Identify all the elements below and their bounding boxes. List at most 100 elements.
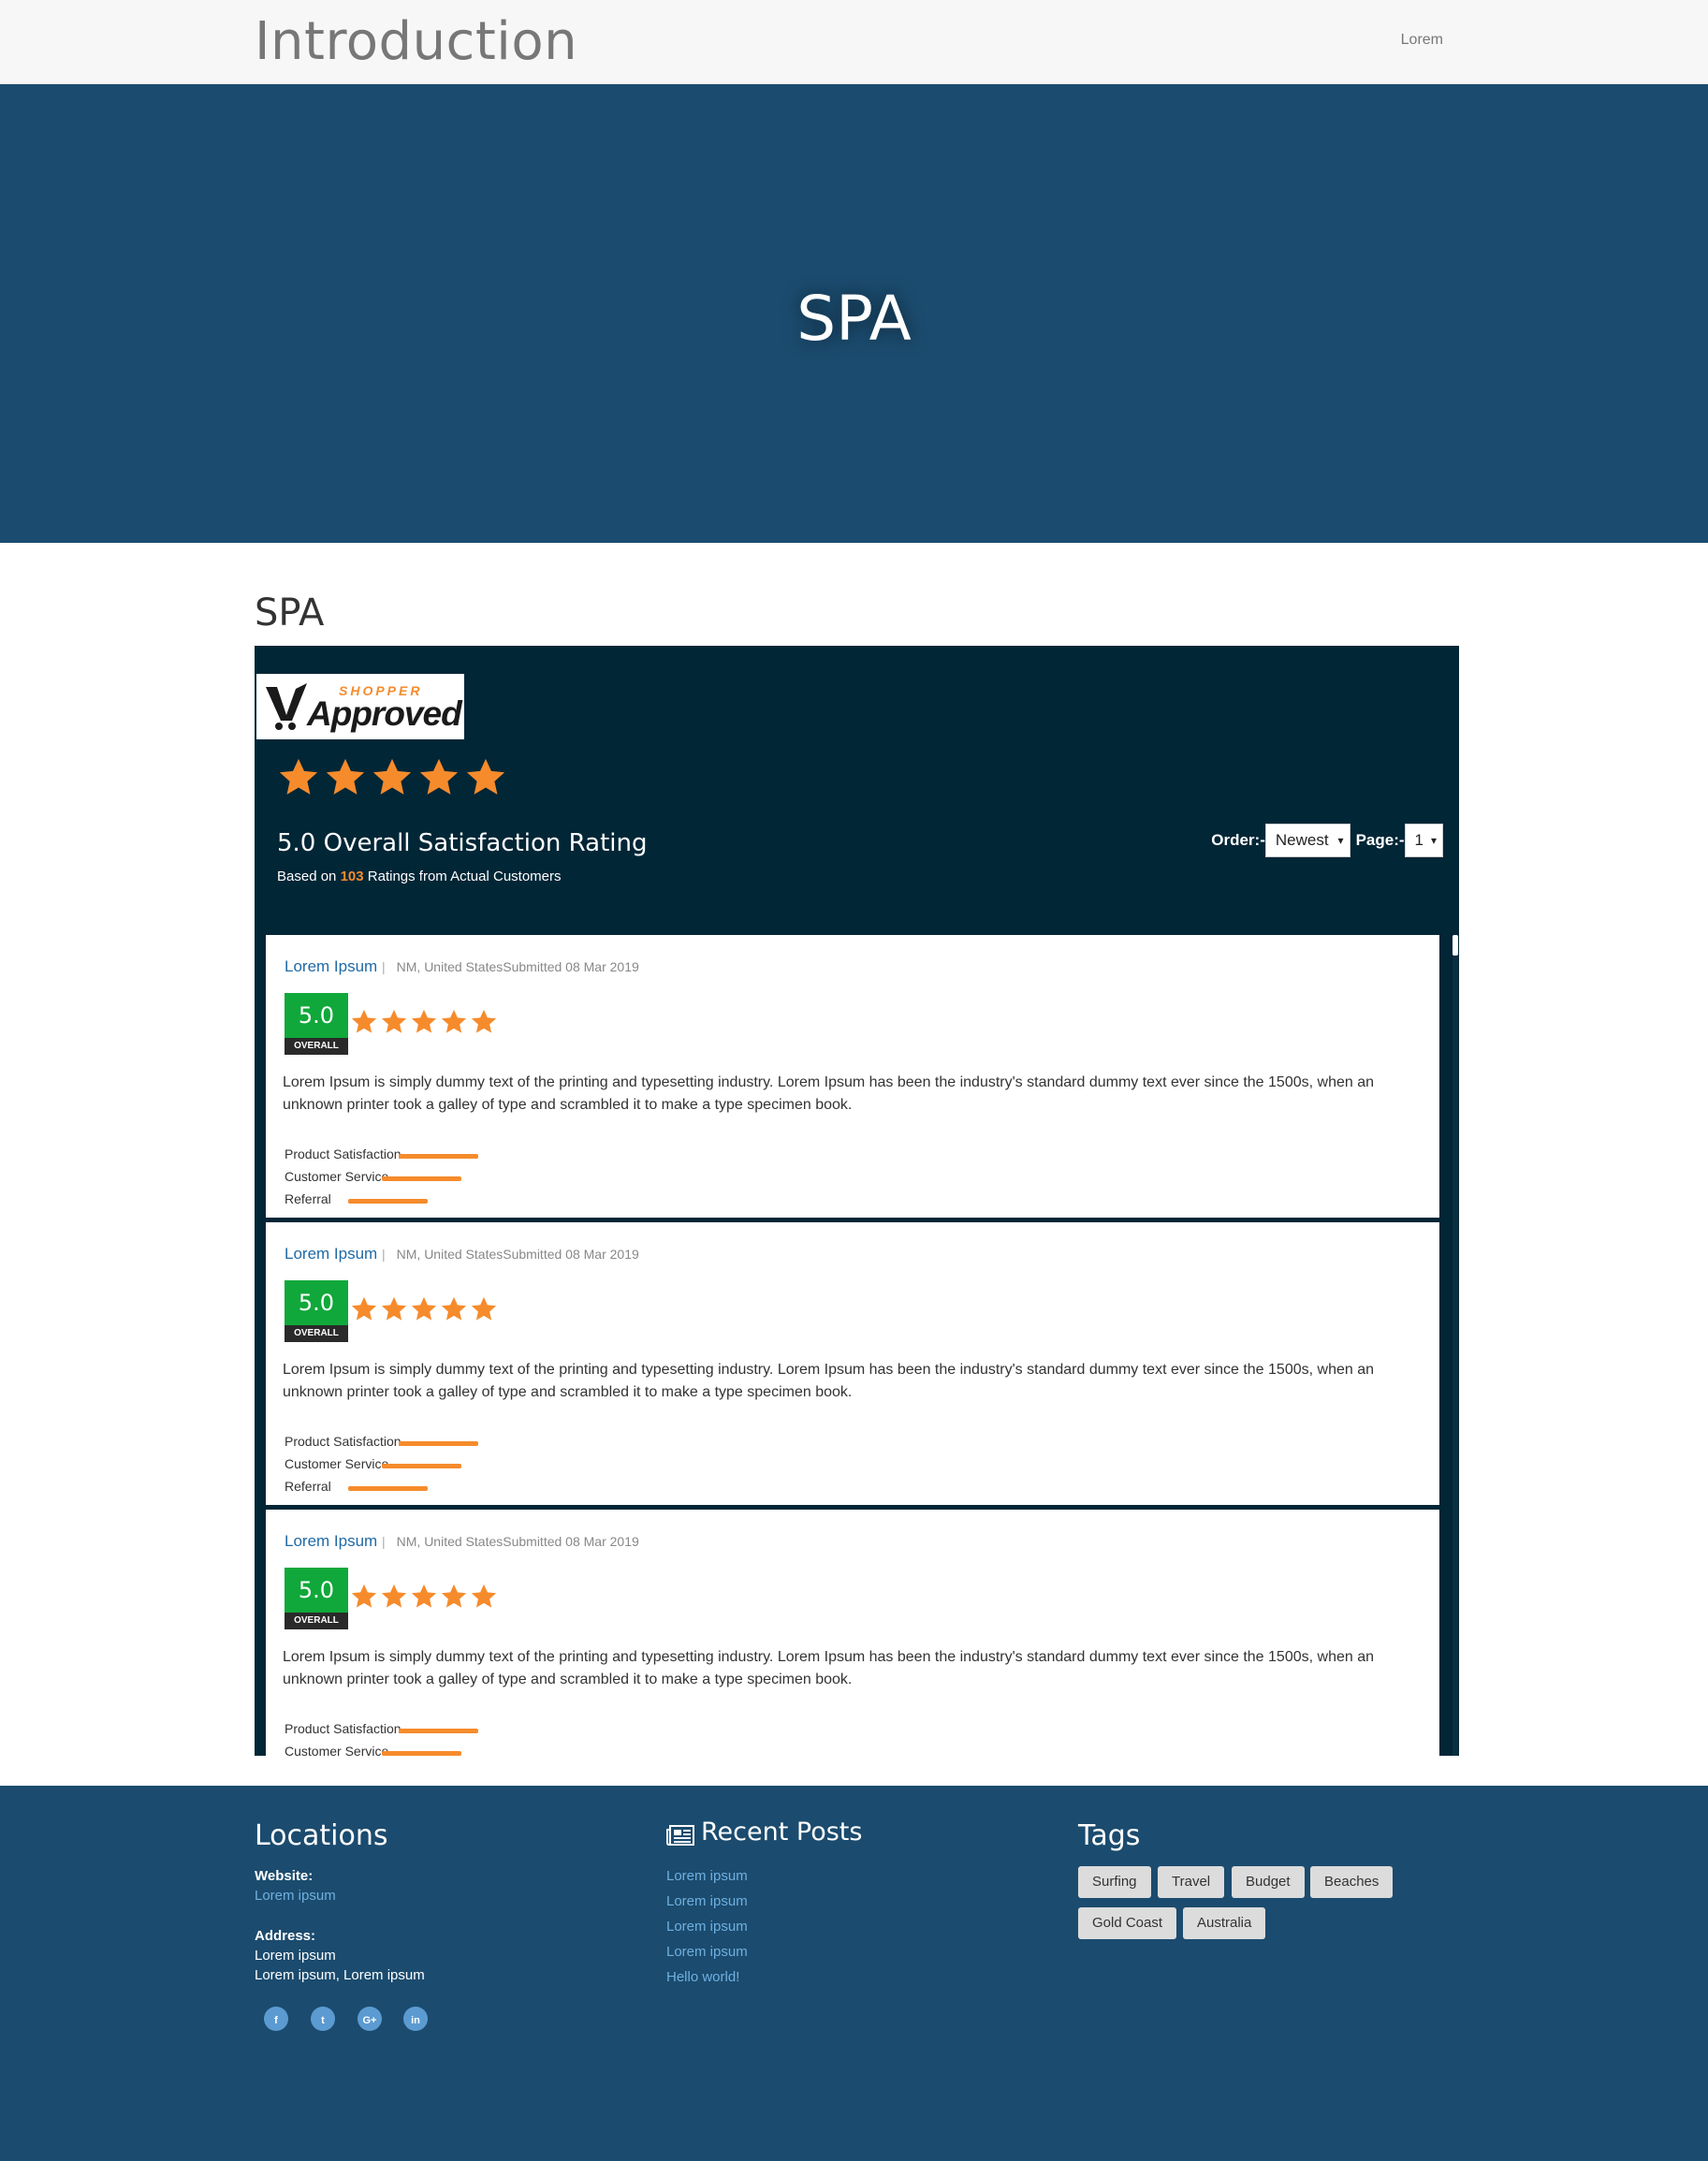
- star-icon: [411, 1009, 437, 1033]
- review-text: Lorem Ipsum is simply dummy text of the …: [283, 1649, 1374, 1687]
- review-list[interactable]: Lorem Ipsum | NM, United StatesSubmitted 0…: [266, 935, 1439, 1756]
- rating-label: Product Satisfaction: [285, 1721, 401, 1736]
- site-footer: Locations Website: Lorem ipsum Address: …: [0, 1786, 1708, 2161]
- rating-label: Customer Service: [285, 1456, 389, 1471]
- reviewer-name[interactable]: Lorem Ipsum: [285, 957, 377, 976]
- review-text: Lorem Ipsum is simply dummy text of the …: [283, 1074, 1374, 1113]
- score-label: OVERALL: [285, 1038, 348, 1055]
- star-icon: [471, 1296, 497, 1321]
- order-select[interactable]: Newest: [1264, 824, 1350, 857]
- review-card: Lorem Ipsum | NM, United StatesSubmitted 0…: [266, 1222, 1439, 1505]
- hero-banner: SPA: [0, 84, 1708, 543]
- shopper-approved-logo[interactable]: SHOPPER Approved: [256, 674, 464, 739]
- review-meta: | NM, United StatesSubmitted 08 Mar 2019: [382, 959, 639, 974]
- tags-heading: Tags: [1078, 1819, 1141, 1852]
- rating-stars-bar: [382, 1751, 461, 1756]
- rating-label: Customer Service: [285, 1744, 389, 1756]
- website-link[interactable]: Lorem ipsum: [255, 1888, 336, 1904]
- overall-score-badge: 5.0 OVERALL: [285, 1568, 348, 1629]
- tag-beaches[interactable]: Beaches: [1310, 1866, 1394, 1898]
- recent-post-link[interactable]: Lorem ipsum: [666, 1893, 748, 1909]
- overall-rating-text: 5.0 Overall Satisfaction Rating: [277, 829, 648, 857]
- tag-travel[interactable]: Travel: [1158, 1866, 1225, 1898]
- overall-score-badge: 5.0 OVERALL: [285, 993, 348, 1055]
- address-line-2: Lorem ipsum, Lorem ipsum: [255, 1967, 425, 1983]
- star-icon: [279, 758, 318, 795]
- rating-label: Referral: [285, 1479, 331, 1494]
- review-text: Lorem Ipsum is simply dummy text of the …: [283, 1362, 1374, 1400]
- cart-check-icon: [266, 683, 307, 730]
- review-list-scrollbar[interactable]: [1453, 935, 1458, 1756]
- google-plus-icon[interactable]: G+: [358, 2007, 382, 2031]
- review-card: Lorem Ipsum | NM, United StatesSubmitted 0…: [266, 935, 1439, 1218]
- score-value: 5.0: [285, 1280, 348, 1325]
- tag-gold-coast[interactable]: Gold Coast: [1078, 1907, 1177, 1939]
- score-label: OVERALL: [285, 1325, 348, 1342]
- ratings-summary: Based on 103 Ratings from Actual Custome…: [277, 869, 562, 884]
- star-icon: [351, 1584, 377, 1608]
- review-card: Lorem Ipsum | NM, United StatesSubmitted 0…: [266, 1510, 1439, 1756]
- scrollbar-thumb[interactable]: [1453, 935, 1458, 956]
- linkedin-icon[interactable]: in: [403, 2007, 428, 2031]
- rating-stars-bar: [399, 1441, 478, 1446]
- recent-post-link[interactable]: Lorem ipsum: [666, 1868, 748, 1884]
- tag-surfing[interactable]: Surfing: [1078, 1866, 1151, 1898]
- star-icon: [381, 1584, 407, 1608]
- star-icon: [466, 758, 505, 795]
- star-icon: [471, 1584, 497, 1608]
- recent-post-link[interactable]: Hello world!: [666, 1969, 739, 1985]
- overall-score-badge: 5.0 OVERALL: [285, 1280, 348, 1342]
- page-select[interactable]: 1: [1404, 824, 1443, 857]
- order-select-value: Newest: [1275, 831, 1329, 849]
- recent-post-link[interactable]: Lorem ipsum: [666, 1944, 748, 1960]
- rating-stars-bar: [399, 1729, 478, 1733]
- review-stars: [350, 1583, 498, 1611]
- review-stars: [350, 1295, 498, 1323]
- star-icon: [441, 1584, 467, 1608]
- rating-stars-bar: [382, 1464, 461, 1468]
- rating-stars-bar: [348, 1486, 428, 1491]
- review-location-date: NM, United StatesSubmitted 08 Mar 2019: [396, 1534, 639, 1549]
- reviewer-name[interactable]: Lorem Ipsum: [285, 1245, 377, 1263]
- score-value: 5.0: [285, 1568, 348, 1613]
- reviewer-name[interactable]: Lorem Ipsum: [285, 1532, 377, 1551]
- star-icon: [441, 1009, 467, 1033]
- star-icon: [471, 1009, 497, 1033]
- address-line-1: Lorem ipsum: [255, 1948, 336, 1964]
- site-title[interactable]: Introduction: [255, 11, 577, 72]
- star-icon: [411, 1296, 437, 1321]
- star-icon: [419, 758, 459, 795]
- rating-stars-bar: [348, 1199, 428, 1204]
- tag-budget[interactable]: Budget: [1232, 1866, 1305, 1898]
- rating-stars-bar: [399, 1154, 478, 1159]
- nav-link-lorem[interactable]: Lorem: [1401, 32, 1443, 49]
- facebook-icon[interactable]: f: [264, 2007, 288, 2031]
- star-icon: [351, 1009, 377, 1033]
- twitter-icon[interactable]: t: [311, 2007, 335, 2031]
- score-value: 5.0: [285, 993, 348, 1038]
- tag-australia[interactable]: Australia: [1183, 1907, 1266, 1939]
- reviews-widget: SHOPPER Approved 5.0 Overall Satisfactio…: [255, 646, 1459, 1756]
- rating-label: Product Satisfaction: [285, 1434, 401, 1449]
- rating-stars-bar: [382, 1176, 461, 1181]
- order-label: Order:-: [1211, 831, 1265, 849]
- star-icon: [372, 758, 412, 795]
- review-stars: [350, 1008, 498, 1036]
- star-icon: [351, 1296, 377, 1321]
- star-icon: [441, 1296, 467, 1321]
- based-on-prefix: Based on: [277, 869, 337, 884]
- score-label: OVERALL: [285, 1613, 348, 1629]
- review-location-date: NM, United StatesSubmitted 08 Mar 2019: [396, 959, 639, 974]
- locations-heading: Locations: [255, 1819, 388, 1852]
- review-controls: Order:- Newest Page:- 1: [1211, 824, 1443, 857]
- recent-post-link[interactable]: Lorem ipsum: [666, 1919, 748, 1935]
- star-icon: [326, 758, 365, 795]
- ratings-count: 103: [340, 869, 364, 884]
- star-icon: [411, 1584, 437, 1608]
- page-select-value: 1: [1414, 831, 1423, 849]
- rating-label: Product Satisfaction: [285, 1146, 401, 1161]
- page-heading: SPA: [255, 591, 325, 635]
- logo-approved-text: Approved: [307, 694, 462, 733]
- review-location-date: NM, United StatesSubmitted 08 Mar 2019: [396, 1247, 639, 1262]
- star-icon: [381, 1296, 407, 1321]
